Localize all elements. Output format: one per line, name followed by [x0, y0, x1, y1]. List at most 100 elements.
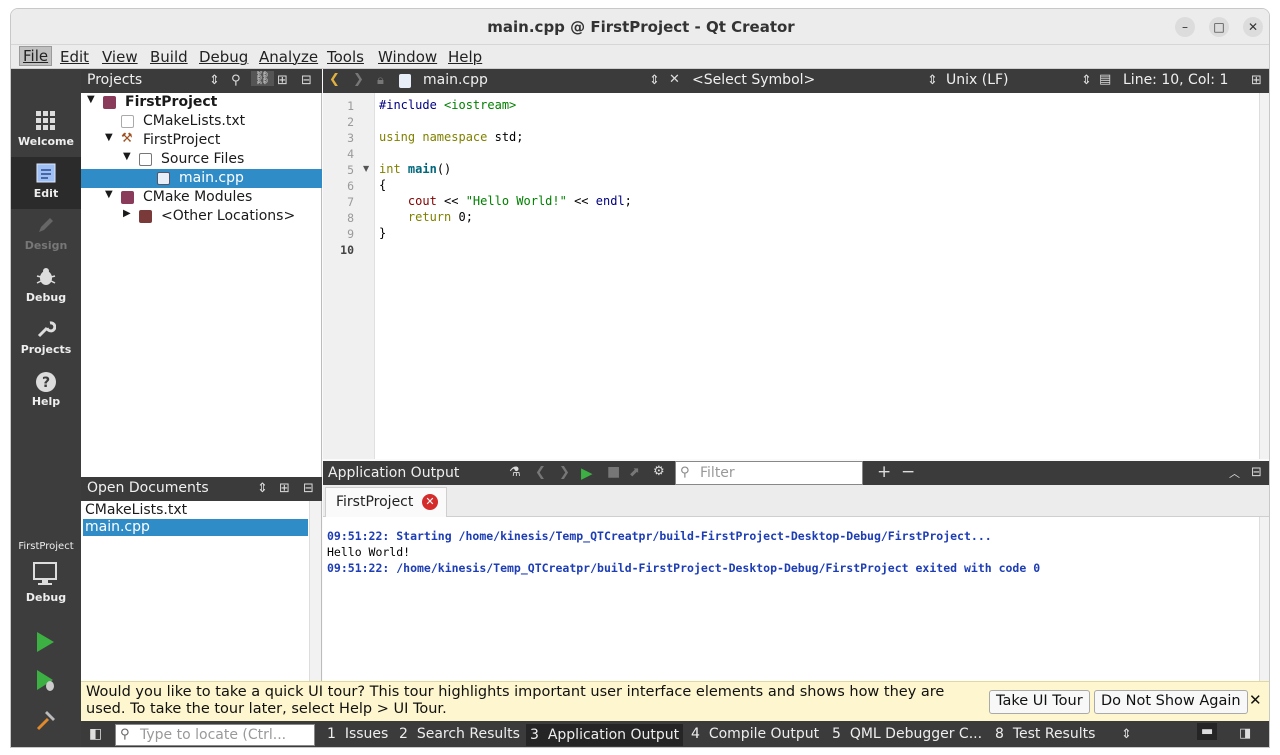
code-editor[interactable]: 1 2 3 4 5 ▼ 6 7 8 9 10 #include <iostrea…	[323, 93, 1269, 459]
file-combo-arrow-icon[interactable]: ⇕	[649, 73, 660, 88]
locator-placeholder: Type to locate (Ctrl...	[140, 727, 287, 743]
infobar-message: Would you like to take a quick UI tour? …	[86, 684, 945, 717]
collapse-arrow-icon[interactable]: ▼	[105, 189, 113, 200]
close-tab-icon[interactable]: ✕	[422, 494, 438, 510]
mode-help[interactable]: ? Help	[11, 365, 81, 417]
open-document-item[interactable]: main.cpp	[83, 519, 308, 536]
stop-icon[interactable]: ■	[607, 464, 620, 480]
rerun-icon[interactable]: ▶	[581, 464, 593, 482]
minimize-button[interactable]: –	[1175, 17, 1195, 37]
open-document-item[interactable]: CMakeLists.txt	[83, 502, 308, 519]
open-documents-scrollbar[interactable]	[309, 501, 321, 681]
close-pane-icon[interactable]: ⊟	[1251, 465, 1262, 480]
close-document-icon[interactable]: ✕	[669, 72, 680, 87]
mode-welcome[interactable]: Welcome	[11, 105, 81, 157]
line-number: 5	[347, 163, 354, 177]
lock-icon: 🔒︎	[377, 73, 384, 88]
filter-icon[interactable]: ⚲	[231, 73, 241, 88]
close-pane-icon[interactable]: ⊟	[301, 73, 312, 88]
next-icon[interactable]: ❯	[559, 465, 570, 480]
mode-edit[interactable]: Edit	[11, 157, 81, 209]
view-selector-icon[interactable]: ⇕	[209, 73, 220, 88]
close-infobar-icon[interactable]: ✕	[1249, 691, 1262, 709]
toggle-right-sidebar-icon[interactable]: ◨	[1239, 726, 1251, 741]
mode-design[interactable]: Design	[11, 209, 81, 261]
window-title: main.cpp @ FirstProject - Qt Creator	[487, 18, 795, 36]
collapse-arrow-icon[interactable]: ▼	[123, 151, 131, 162]
pane-qml-debugger[interactable]: 5 QML Debugger C...	[832, 726, 982, 742]
tree-item-target[interactable]: ▼ ⚒ FirstProject	[81, 131, 322, 150]
symbol-selector[interactable]: <Select Symbol>	[692, 72, 815, 88]
pane-issues[interactable]: 1 Issues	[327, 726, 388, 742]
output-tab-firstproject[interactable]: FirstProject ✕	[325, 487, 447, 517]
view-selector-icon[interactable]: ⇕	[257, 481, 268, 496]
menu-edit[interactable]: Edit	[60, 48, 89, 66]
tree-item-cmakelists[interactable]: CMakeLists.txt	[81, 112, 322, 131]
close-pane-icon[interactable]: ⊟	[303, 481, 314, 496]
do-not-show-again-button[interactable]: Do Not Show Again	[1094, 690, 1248, 714]
maximize-button[interactable]: □	[1209, 17, 1229, 37]
filter-placeholder: Filter	[700, 465, 735, 481]
menu-build[interactable]: Build	[150, 48, 188, 66]
application-output[interactable]: 09:51:22: Starting /home/kinesis/Temp_QT…	[323, 517, 1269, 681]
line-number: 4	[347, 147, 354, 161]
split-icon[interactable]: ⊞	[277, 73, 288, 88]
maximize-pane-icon[interactable]: ︿	[1229, 465, 1240, 481]
split-icon[interactable]: ⊞	[279, 481, 290, 496]
menu-view[interactable]: View	[102, 48, 138, 66]
toggle-output-icon[interactable]: ▬	[1197, 723, 1218, 740]
pane-compile-output[interactable]: 4 Compile Output	[691, 726, 819, 742]
take-ui-tour-button[interactable]: Take UI Tour	[989, 690, 1090, 714]
mode-debug[interactable]: Debug	[11, 261, 81, 313]
attach-icon[interactable]: ⬈	[629, 465, 640, 480]
tree-item-other-locations[interactable]: ▶ <Other Locations>	[81, 207, 322, 226]
mode-projects[interactable]: Projects	[11, 313, 81, 365]
editor-scrollbar[interactable]	[1259, 93, 1269, 459]
menu-analyze[interactable]: Analyze	[259, 48, 318, 66]
pane-application-output[interactable]: 3 Application Output	[526, 724, 684, 746]
tree-item-label: CMakeLists.txt	[143, 113, 246, 129]
tree-item-source-files[interactable]: ▼ Source Files	[81, 150, 322, 169]
close-button[interactable]: ✕	[1243, 17, 1263, 37]
build-button[interactable]	[35, 709, 57, 735]
fold-arrow-icon[interactable]: ▼	[363, 164, 369, 173]
split-icon[interactable]: ⊞	[1251, 73, 1262, 88]
tree-item-cmake-modules[interactable]: ▼ CMake Modules	[81, 188, 322, 207]
menu-file[interactable]: File	[19, 46, 53, 66]
mode-label: Debug	[25, 291, 67, 304]
more-panes-icon[interactable]: ⇕	[1121, 727, 1132, 742]
zoom-out-icon[interactable]: −	[901, 462, 915, 482]
toggle-sidebar-icon[interactable]: ◧	[89, 726, 102, 742]
pane-search-results[interactable]: 2 Search Results	[399, 726, 520, 742]
menu-tools[interactable]: Tools	[327, 48, 364, 66]
output-pane-header: Application Output ⚗ ❮ ❯ ▶ ■ ⬈ ⚙ ⚲ Filte…	[323, 461, 1269, 485]
line-ending-arrow-icon[interactable]: ⇕	[1081, 73, 1092, 88]
kit-selector[interactable]: Debug	[11, 561, 81, 611]
menu-help[interactable]: Help	[448, 48, 482, 66]
link-icon[interactable]: ⛓	[251, 71, 274, 86]
collapse-arrow-icon[interactable]: ▼	[105, 132, 113, 143]
expand-arrow-icon[interactable]: ▶	[123, 208, 131, 219]
locator-input[interactable]: ⚲ Type to locate (Ctrl...	[115, 724, 315, 746]
forward-icon[interactable]: ❯	[353, 72, 364, 87]
back-icon[interactable]: ❮	[329, 72, 340, 87]
cursor-position[interactable]: Line: 10, Col: 1	[1123, 72, 1228, 88]
settings-gear-icon[interactable]: ⚙	[653, 464, 665, 479]
debug-run-button[interactable]	[35, 669, 57, 697]
output-scrollbar[interactable]	[1259, 517, 1269, 681]
zoom-in-icon[interactable]: +	[877, 462, 891, 482]
output-filter-input[interactable]: ⚲ Filter	[675, 461, 863, 485]
run-button[interactable]	[35, 631, 55, 657]
current-file-combo[interactable]: main.cpp	[423, 72, 488, 88]
collapse-arrow-icon[interactable]: ▼	[87, 94, 95, 105]
code-line: return 0;	[379, 210, 473, 224]
pane-test-results[interactable]: 8 Test Results	[995, 726, 1095, 742]
previous-icon[interactable]: ❮	[535, 465, 546, 480]
tree-item-main-cpp[interactable]: main.cpp	[81, 169, 322, 188]
tree-item-project-root[interactable]: ▼ FirstProject	[81, 93, 322, 112]
symbol-arrow-icon[interactable]: ⇕	[927, 73, 938, 88]
menu-window[interactable]: Window	[378, 48, 437, 66]
clean-icon[interactable]: ⚗	[509, 465, 521, 480]
menu-debug[interactable]: Debug	[199, 48, 248, 66]
line-ending-selector[interactable]: Unix (LF)	[946, 72, 1009, 88]
